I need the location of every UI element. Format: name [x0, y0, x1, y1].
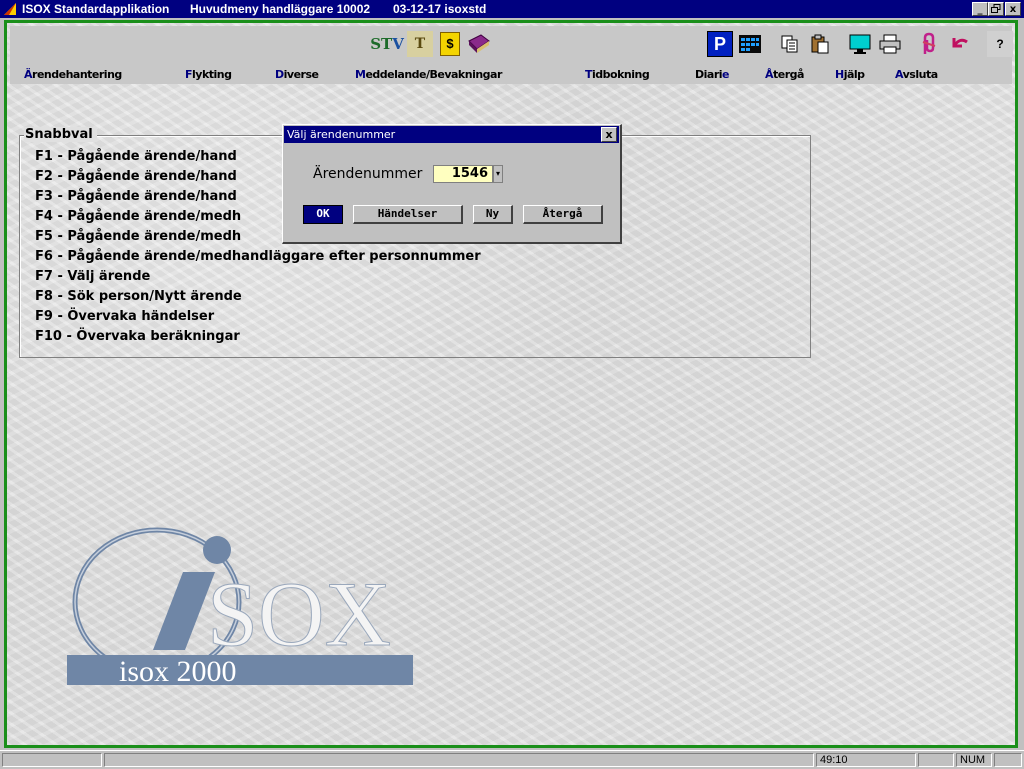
isox-logo: SOX isox 2000 — [67, 527, 413, 688]
copy-button[interactable] — [777, 31, 803, 57]
fkey-item-f7[interactable]: F7 - Välj ärende — [35, 269, 150, 284]
menu-text: idbokning — [592, 68, 650, 81]
date-user: 03-12-17 isoxstd — [393, 2, 487, 16]
menu-accel: A — [895, 68, 903, 81]
menu-text: iverse — [283, 68, 319, 81]
book-icon — [468, 34, 490, 53]
fkey-item-f2[interactable]: F2 - Pågående ärende/hand — [35, 169, 237, 184]
fkey-item-f4[interactable]: F4 - Pågående ärende/medh — [35, 209, 241, 224]
menu-text: tergå — [773, 68, 804, 81]
menu-accel: D — [275, 68, 284, 81]
ny-button[interactable]: Ny — [473, 205, 513, 224]
select-case-dialog: Välj ärendenummer x Ärendenummer 1546 ▾ … — [282, 124, 622, 244]
menu-accel: M — [355, 68, 366, 81]
undo-icon — [952, 38, 968, 48]
status-panel-empty-1 — [2, 753, 102, 767]
logo-tagline: isox 2000 — [119, 655, 237, 688]
menu-avsluta[interactable]: Avsluta — [895, 68, 938, 81]
menu-diverse[interactable]: Diverse — [275, 68, 319, 81]
case-number-label: Ärendenummer — [313, 166, 423, 182]
menu-bar: Ärendehantering Flykting Diverse Meddela… — [10, 64, 1012, 84]
dialog-title: Välj ärendenummer — [287, 128, 396, 141]
handelser-button[interactable]: Händelser — [353, 205, 463, 224]
fkey-item-f1[interactable]: F1 - Pågående ärende/hand — [35, 149, 237, 164]
clip-icon — [922, 32, 936, 54]
menu-accel: H — [835, 68, 844, 81]
restore-icon — [991, 4, 1001, 13]
menu-atergaa[interactable]: Återgå — [765, 68, 804, 81]
status-bar: 49:10 NUM — [0, 750, 1024, 769]
calendar-icon — [739, 35, 761, 53]
menu-text: vsluta — [902, 68, 939, 81]
menu-accel: Å — [765, 68, 774, 81]
menu-text: rendehantering — [32, 68, 122, 81]
atergaa-button[interactable]: Återgå — [523, 205, 603, 224]
case-number-field[interactable]: 1546 — [433, 165, 493, 183]
text-button[interactable]: T — [407, 31, 433, 57]
monitor-icon — [849, 34, 871, 54]
menu-text: jälp — [843, 68, 865, 81]
minimize-button[interactable]: _ — [972, 2, 988, 16]
undo-button[interactable] — [947, 31, 973, 57]
app-title: ISOX Standardapplikation — [22, 2, 170, 16]
menu-accel: T — [585, 68, 593, 81]
menu-arendehantering[interactable]: Ärendehantering — [24, 68, 122, 81]
fkey-item-f6[interactable]: F6 - Pågående ärende/medhandläggare efte… — [35, 249, 481, 264]
dialog-close-button[interactable]: x — [601, 127, 617, 142]
tool-button[interactable] — [917, 31, 943, 57]
menu-accel: Ä — [24, 68, 33, 81]
status-panel-empty-2 — [918, 753, 954, 767]
fkey-item-f3[interactable]: F3 - Pågående ärende/hand — [35, 189, 237, 204]
app-icon — [4, 3, 16, 15]
title-bar: ISOX Standardapplikation Huvudmeny handl… — [0, 0, 1024, 18]
copy-icon — [781, 35, 798, 53]
dialog-title-bar: Välj ärendenummer x — [284, 126, 619, 143]
menu-title: Huvudmeny handläggare 10002 — [190, 2, 371, 16]
menu-text: eddelande/Bevakningar — [365, 68, 502, 81]
menu-text: Diari — [695, 68, 723, 81]
snabbval-legend: Snabbval — [24, 127, 97, 142]
menu-accel: e — [722, 68, 729, 81]
menu-hjalp[interactable]: Hjälp — [835, 68, 865, 81]
screen-button[interactable] — [847, 31, 873, 57]
dollar-icon: $ — [440, 32, 460, 56]
ok-button[interactable]: OK — [303, 205, 343, 224]
logo-mark: SOX — [207, 563, 391, 665]
menu-accel: F — [185, 68, 193, 81]
fkey-item-f9[interactable]: F9 - Övervaka händelser — [35, 309, 214, 324]
status-time: 49:10 — [816, 753, 916, 767]
chevron-down-icon: ▾ — [495, 169, 500, 178]
status-panel-message — [104, 753, 814, 767]
stv-button[interactable]: STV — [370, 31, 404, 57]
printer-icon — [879, 34, 901, 54]
menu-diarie[interactable]: Diarie — [695, 68, 729, 81]
case-number-dropdown[interactable]: ▾ — [493, 165, 503, 183]
paste-icon — [811, 34, 829, 54]
stv-icon-text-v: V — [392, 35, 404, 53]
fkey-item-f10[interactable]: F10 - Övervaka beräkningar — [35, 329, 240, 344]
close-button[interactable]: x — [1005, 2, 1021, 16]
stv-icon-text: ST — [370, 35, 393, 53]
fkey-item-f5[interactable]: F5 - Pågående ärende/medh — [35, 229, 241, 244]
menu-tidbokning[interactable]: Tidbokning — [585, 68, 650, 81]
dollar-button[interactable]: $ — [437, 31, 463, 57]
status-panel-empty-3 — [994, 753, 1022, 767]
text-t-icon: T — [414, 36, 426, 52]
p-button[interactable]: P — [707, 31, 733, 57]
print-button[interactable] — [877, 31, 903, 57]
calendar-button[interactable] — [737, 31, 763, 57]
menu-flykting[interactable]: Flykting — [185, 68, 232, 81]
help-button[interactable]: ? — [987, 31, 1013, 57]
menu-text: lykting — [192, 68, 232, 81]
toolbar: STV T $ P ? — [10, 26, 1013, 64]
maximize-button[interactable] — [988, 2, 1004, 16]
book-button[interactable] — [466, 31, 492, 57]
stv-icon: STV — [370, 35, 404, 53]
status-num: NUM — [956, 753, 992, 767]
paste-button[interactable] — [807, 31, 833, 57]
help-icon: ? — [996, 37, 1004, 51]
p-icon: P — [713, 33, 726, 54]
fkey-item-f8[interactable]: F8 - Sök person/Nytt ärende — [35, 289, 242, 304]
menu-meddelande[interactable]: Meddelande/Bevakningar — [355, 68, 502, 81]
